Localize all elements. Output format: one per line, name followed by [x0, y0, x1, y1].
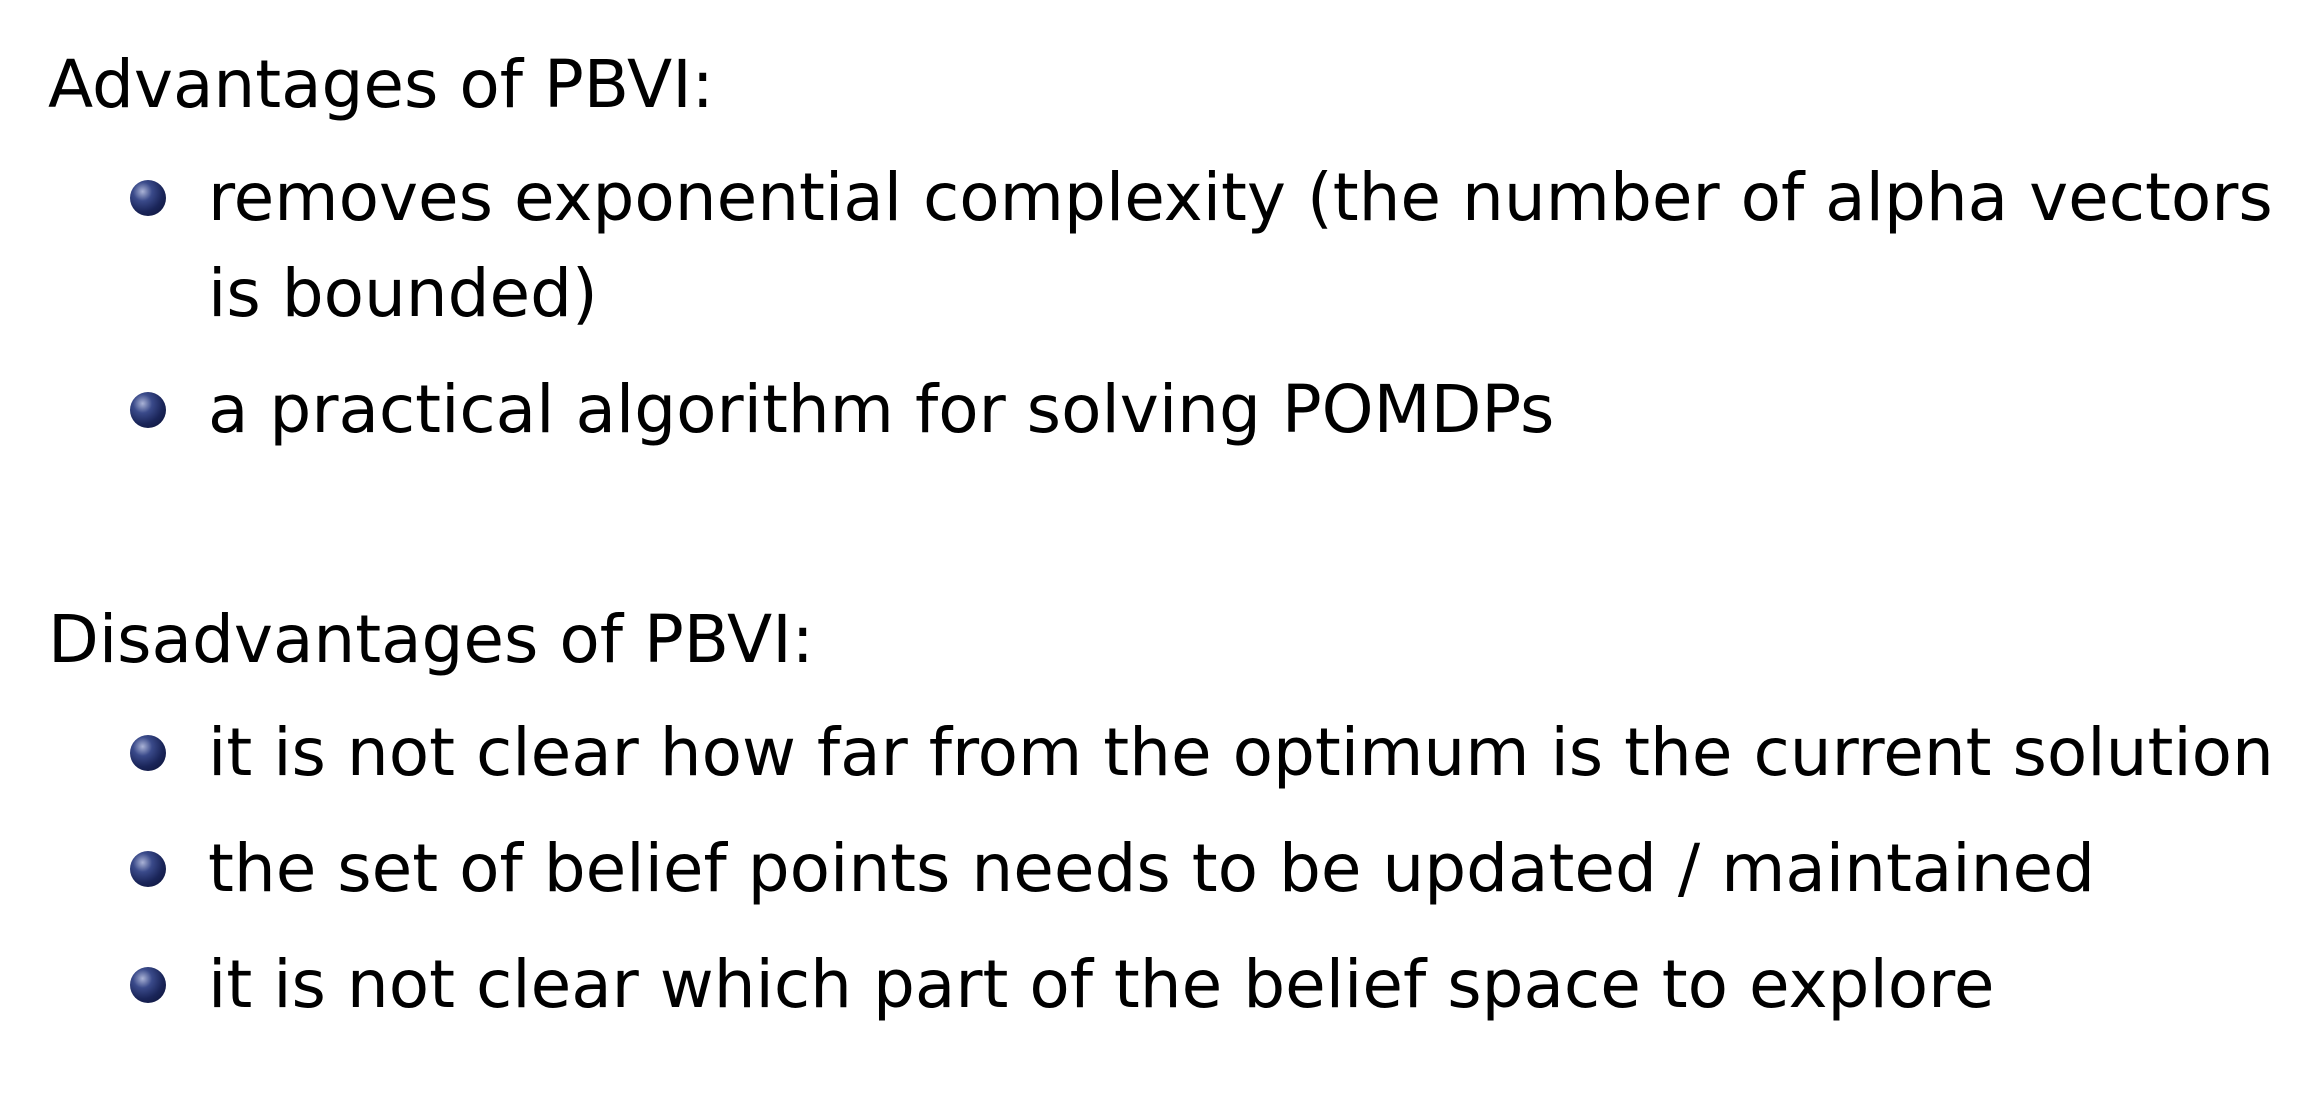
list-item-text: it is not clear how far from the optimum… — [208, 714, 2274, 791]
advantages-heading: Advantages of PBVI: — [48, 46, 714, 123]
list-item: it is not clear which part of the belief… — [48, 937, 2288, 1033]
list-item: a practical algorithm for solving POMDPs — [48, 362, 2288, 458]
list-item: removes exponential complexity (the numb… — [48, 150, 2308, 342]
ball-bullet-icon — [130, 180, 166, 216]
list-item: it is not clear how far from the optimum… — [48, 705, 2288, 801]
list-item-text: removes exponential complexity (the numb… — [208, 159, 2273, 332]
disadvantages-list: it is not clear how far from the optimum… — [48, 705, 2274, 1033]
disadvantages-section: Disadvantages of PBVI: it is not clear h… — [48, 585, 2274, 1033]
list-item-text: the set of belief points needs to be upd… — [208, 830, 2095, 907]
disadvantages-heading: Disadvantages of PBVI: — [48, 601, 814, 678]
list-item: the set of belief points needs to be upd… — [48, 821, 2288, 917]
ball-bullet-icon — [130, 967, 166, 1003]
ball-bullet-icon — [130, 735, 166, 771]
list-item-text: it is not clear which part of the belief… — [208, 946, 1995, 1023]
slide: Advantages of PBVI: removes exponential … — [0, 0, 2313, 1107]
advantages-list: removes exponential complexity (the numb… — [48, 150, 2273, 458]
ball-bullet-icon — [130, 851, 166, 887]
advantages-section: Advantages of PBVI: removes exponential … — [48, 30, 2273, 458]
list-item-text: a practical algorithm for solving POMDPs — [208, 371, 1555, 448]
ball-bullet-icon — [130, 392, 166, 428]
